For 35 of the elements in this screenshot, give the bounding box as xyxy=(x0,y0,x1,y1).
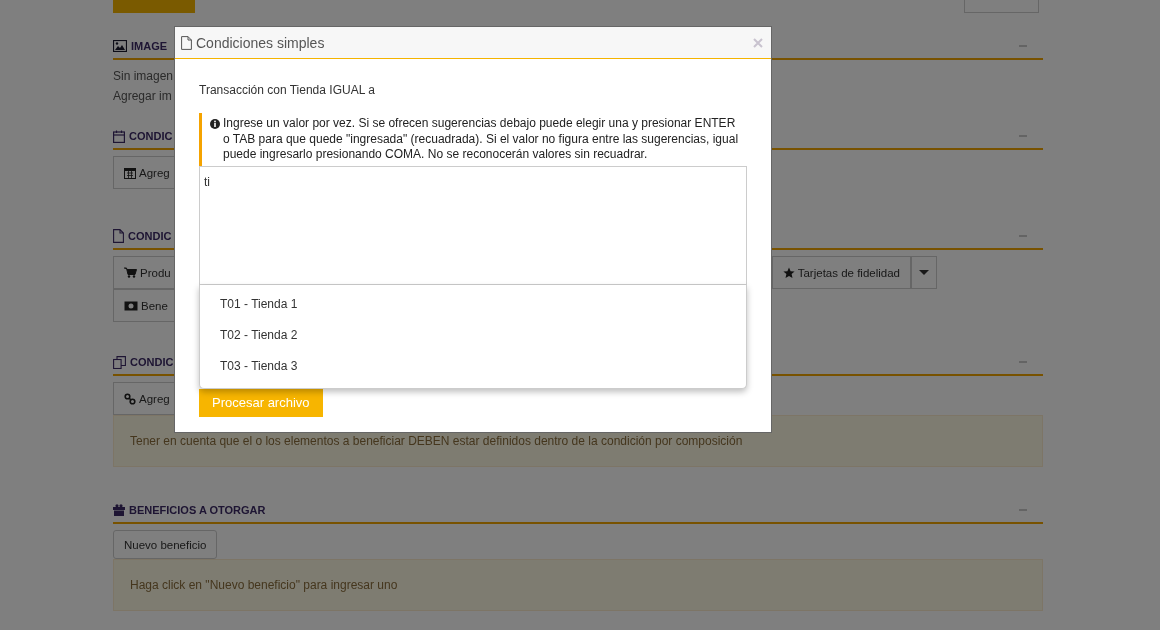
caret-icon xyxy=(919,270,929,275)
loyalty-cards-button[interactable]: Tarjetas de fidelidad xyxy=(771,256,911,289)
button[interactable] xyxy=(964,0,1039,13)
cart-icon xyxy=(124,267,137,278)
hint-text: Ingrese un valor por vez. Si se ofrecen sugerencias debajo puede elegir una y presionar ENTER o TAB para que quede "ingresada" (recuadrada). Si el valor no figura entre las sugerencias, igual puede ingresarlo presionando COMA. No se reconocerán valores sin recuadrar. xyxy=(223,116,740,163)
button[interactable] xyxy=(113,0,195,13)
note-text: Haga click en "Nuevo beneficio" para ingresar uno xyxy=(113,559,1043,611)
copy-icon xyxy=(113,355,126,369)
text-line: Agregar im xyxy=(113,88,172,105)
close-icon[interactable] xyxy=(753,37,763,48)
info-icon xyxy=(210,119,220,129)
section-title: CONDIC xyxy=(128,230,172,242)
input-field[interactable]: ti xyxy=(199,165,747,285)
field-label: Transacción con Tienda IGUAL a xyxy=(199,83,376,97)
link-icon xyxy=(124,392,136,405)
money-icon xyxy=(124,300,138,311)
gift-icon xyxy=(113,504,125,516)
dialog-title: Condiciones simples xyxy=(196,34,326,51)
calendar-icon xyxy=(113,129,125,143)
add-button[interactable]: Nuevo beneficio xyxy=(113,530,218,559)
suggestion-item[interactable]: T01 - Tienda 1 xyxy=(200,288,746,320)
text-line: Sin imagen xyxy=(113,68,174,85)
field-value: ti xyxy=(204,174,210,189)
file-icon xyxy=(113,229,124,243)
image-icon xyxy=(113,40,127,52)
section-title: BENEFICIOS A OTORGAR xyxy=(129,504,266,516)
star-icon xyxy=(782,266,795,279)
suggestion-item[interactable]: T02 - Tienda 2 xyxy=(200,319,746,351)
section-title: IMAGE xyxy=(131,40,168,52)
file-icon xyxy=(181,35,192,50)
dropdown-button[interactable] xyxy=(911,256,937,289)
calendar-icon xyxy=(124,166,136,179)
section-title: CONDIC xyxy=(130,356,174,368)
suggestion-item[interactable]: T03 - Tienda 3 xyxy=(200,350,746,382)
section-title: CONDIC xyxy=(129,130,173,142)
